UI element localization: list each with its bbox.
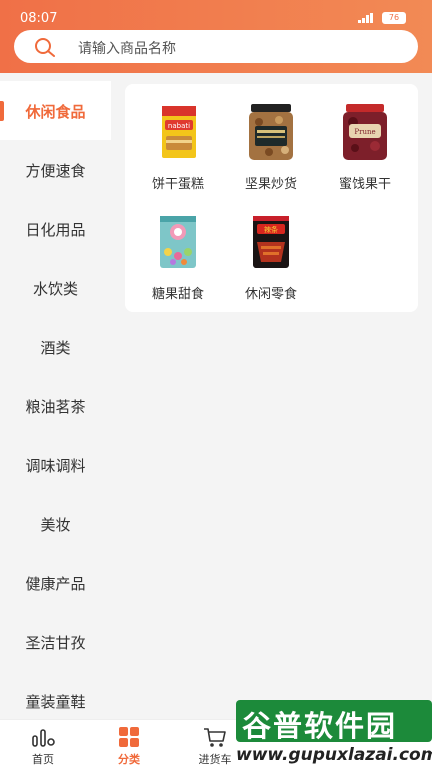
- dried-fruit-jar-image: Prune: [343, 104, 387, 160]
- sidebar-item-label: 健康产品: [25, 575, 86, 593]
- sidebar-item-label: 美妆: [40, 516, 71, 534]
- sidebar-item-health[interactable]: 健康产品: [0, 553, 111, 612]
- svg-text:nabati: nabati: [168, 122, 190, 130]
- category-grid-icon: [119, 727, 139, 747]
- sidebar-item-snacks[interactable]: 休闲食品: [0, 81, 111, 140]
- tab-label: 分类: [118, 753, 140, 766]
- sidebar-item-label: 童装童鞋: [25, 693, 86, 711]
- sidebar-item-seasoning[interactable]: 调味调料: [0, 435, 111, 494]
- subcategory-nuts[interactable]: 坚果炒货: [223, 84, 319, 194]
- wafer-product-image: nabati: [162, 106, 196, 158]
- tab-label: 首页: [32, 753, 54, 766]
- watermark-title: 谷普软件园: [242, 709, 398, 743]
- subcategory-candy[interactable]: 糖果甜食: [130, 194, 226, 304]
- search-placeholder: 请输入商品名称: [78, 41, 176, 57]
- subcategory-panel: nabati 饼干蛋糕 坚果炒货 Prune 蜜饯果干 糖果甜食 辣条 休闲零食: [125, 84, 418, 312]
- sidebar-item-ganzi[interactable]: 圣洁甘孜: [0, 612, 111, 671]
- sidebar-item-label: 粮油茗茶: [25, 398, 86, 416]
- watermark-url: www.gupuxlazai.com: [236, 742, 432, 768]
- subcategory-label: 坚果炒货: [244, 177, 297, 192]
- sidebar-item-label: 调味调料: [25, 457, 86, 475]
- search-icon: [35, 38, 55, 57]
- search-input[interactable]: 请输入商品名称: [14, 30, 418, 63]
- sidebar-item-label: 方便速食: [25, 162, 86, 180]
- sidebar-item-liquor[interactable]: 酒类: [0, 317, 111, 376]
- sidebar-item-label: 酒类: [40, 339, 71, 357]
- sidebar-item-beverages[interactable]: 水饮类: [0, 258, 111, 317]
- sidebar-item-kids-wear[interactable]: 童装童鞋: [0, 671, 111, 720]
- svg-text:Prune: Prune: [354, 128, 375, 136]
- watermark-logo: 谷普软件园 www.gupuxlazai.com: [236, 700, 432, 768]
- sidebar-item-grain-oil-tea[interactable]: 粮油茗茶: [0, 376, 111, 435]
- subcategory-dried-fruit[interactable]: Prune 蜜饯果干: [317, 84, 413, 194]
- snack-bag-image: 辣条: [253, 216, 289, 268]
- sidebar-item-daily-chemicals[interactable]: 日化用品: [0, 199, 111, 258]
- header-bar: 08:07 76 请输入商品名称: [0, 0, 432, 73]
- status-time: 08:07: [20, 11, 58, 26]
- sidebar-item-label: 水饮类: [32, 280, 78, 298]
- sidebar-item-label: 休闲食品: [25, 103, 86, 121]
- subcategory-label: 糖果甜食: [151, 287, 204, 302]
- watermark-title-bg: 谷普软件园: [236, 700, 432, 743]
- cart-icon: [204, 728, 226, 747]
- battery-icon: 76: [382, 12, 406, 24]
- candy-bag-image: [160, 216, 196, 268]
- tab-category[interactable]: 分类: [86, 720, 172, 768]
- status-bar: 08:07 76: [0, 0, 432, 30]
- subcategory-label: 休闲零食: [244, 287, 297, 302]
- subcategory-label: 饼干蛋糕: [151, 177, 204, 192]
- sidebar-item-makeup[interactable]: 美妆: [0, 494, 111, 553]
- sidebar-item-label: 圣洁甘孜: [25, 634, 86, 652]
- subcategory-label: 蜜饯果干: [338, 177, 391, 192]
- subcategory-biscuits-cakes[interactable]: nabati 饼干蛋糕: [130, 84, 226, 194]
- signal-icon: [358, 13, 374, 23]
- home-icon: [32, 729, 55, 747]
- category-sidebar: 休闲食品 方便速食 日化用品 水饮类 酒类 粮油茗茶 调味调料 美妆 健康产品 …: [0, 81, 111, 720]
- sidebar-item-instant-food[interactable]: 方便速食: [0, 140, 111, 199]
- sidebar-item-label: 日化用品: [25, 221, 86, 239]
- subcategory-casual-snacks[interactable]: 辣条 休闲零食: [223, 194, 319, 304]
- svg-text:辣条: 辣条: [264, 225, 278, 234]
- tab-home[interactable]: 首页: [0, 720, 86, 768]
- nuts-jar-image: [249, 104, 293, 160]
